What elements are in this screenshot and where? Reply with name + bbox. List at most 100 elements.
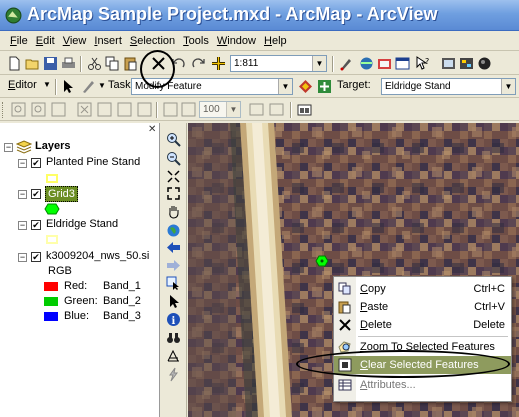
sketch-tool-chevron-icon[interactable]: ▼: [98, 81, 106, 90]
layer-visibility-checkbox[interactable]: ✔: [31, 220, 41, 230]
fixed-zoom-in-icon[interactable]: [165, 168, 182, 185]
full-extent-icon[interactable]: [165, 222, 182, 239]
select-elements-icon[interactable]: [165, 293, 182, 310]
layout-zoom-in-icon[interactable]: [10, 101, 27, 118]
band-name-label: Band_1: [103, 280, 141, 292]
arcmap-app-icon: [5, 7, 22, 24]
layout-fixed-zoom-out-icon[interactable]: [96, 101, 113, 118]
arccatalog-icon[interactable]: [376, 55, 393, 72]
layer-symbol-swatch[interactable]: [46, 174, 58, 183]
redo-icon[interactable]: [190, 55, 207, 72]
new-icon[interactable]: [6, 55, 23, 72]
layout-zoom-combo[interactable]: 100 ▼: [199, 101, 241, 118]
menu-selection[interactable]: Selection: [126, 35, 179, 47]
context-menu-delete[interactable]: Delete Delete: [334, 316, 511, 334]
chevron-down-icon[interactable]: ▼: [501, 79, 515, 94]
layout-focus-icon[interactable]: [268, 101, 285, 118]
layout-back-icon[interactable]: [162, 101, 179, 118]
identify-icon[interactable]: i: [165, 311, 182, 328]
collapse-icon[interactable]: −: [18, 221, 27, 230]
menu-help[interactable]: Help: [260, 35, 291, 47]
title-bar[interactable]: ArcMap Sample Project.mxd - ArcMap - Arc…: [0, 0, 519, 31]
map-scale-combo[interactable]: 1:811 ▼: [230, 55, 327, 72]
collapse-icon[interactable]: −: [18, 190, 27, 199]
editor-menu[interactable]: Editor: [8, 79, 37, 91]
zoom-out-icon[interactable]: [165, 150, 182, 167]
editor-toolbar: Editor ▼ ▼ Task: Modify Feature ▼ Target…: [0, 76, 519, 98]
menu-tools[interactable]: Tools: [179, 35, 213, 47]
chevron-down-icon[interactable]: ▼: [312, 56, 326, 71]
print-icon[interactable]: [60, 55, 77, 72]
layout-fixed-zoom-in-icon[interactable]: [76, 101, 93, 118]
layer-visibility-checkbox[interactable]: ✔: [31, 189, 41, 199]
task-label: Task:: [108, 79, 134, 91]
collapse-icon[interactable]: −: [18, 159, 27, 168]
window-icon[interactable]: [394, 55, 411, 72]
attributes-diamond-icon[interactable]: [297, 78, 314, 95]
menu-window[interactable]: Window: [213, 35, 260, 47]
menu-file[interactable]: File: [6, 35, 32, 47]
svg-text:?: ?: [425, 57, 429, 66]
layer-visibility-checkbox[interactable]: ✔: [31, 252, 41, 262]
save-icon[interactable]: [42, 55, 59, 72]
copy-icon: [338, 282, 351, 295]
target-combo[interactable]: Eldridge Stand ▼: [381, 78, 516, 95]
layout-icon[interactable]: [440, 55, 457, 72]
layer-visibility-checkbox[interactable]: ✔: [31, 158, 41, 168]
context-menu-attributes[interactable]: Attributes...: [334, 376, 511, 394]
arctoolbox-icon[interactable]: [358, 55, 375, 72]
layer-label: Grid3: [45, 186, 78, 202]
menu-insert[interactable]: Insert: [90, 35, 126, 47]
whats-this-icon[interactable]: ?: [414, 55, 431, 72]
context-menu-copy[interactable]: Copy Ctrl+C: [334, 280, 511, 298]
hexagon-symbol-icon[interactable]: [44, 203, 60, 215]
menu-view[interactable]: View: [59, 35, 91, 47]
fixed-zoom-out-icon[interactable]: [165, 185, 182, 202]
measure-icon[interactable]: [165, 348, 182, 365]
layout-actual-size-icon[interactable]: [136, 101, 153, 118]
context-menu-divider: [358, 336, 508, 337]
close-icon[interactable]: ✕: [148, 124, 156, 135]
band-color-swatch: [44, 282, 58, 291]
edit-tool-icon[interactable]: [60, 78, 77, 95]
sketch-properties-icon[interactable]: [316, 78, 333, 95]
chevron-down-icon[interactable]: ▼: [226, 102, 240, 117]
band-name-label: Band_2: [103, 295, 141, 307]
tools-toolbar: i: [161, 123, 187, 417]
back-extent-icon[interactable]: [165, 239, 182, 256]
menu-edit[interactable]: Edit: [32, 35, 59, 47]
paste-icon: [338, 301, 351, 314]
change-layout-icon[interactable]: [296, 101, 313, 118]
editor-toolbar-icon[interactable]: [338, 55, 355, 72]
editor-menu-chevron-icon[interactable]: ▼: [43, 80, 51, 89]
layout-full-extent-icon[interactable]: [116, 101, 133, 118]
find-icon[interactable]: [165, 329, 182, 346]
hyperlink-icon[interactable]: [165, 366, 182, 383]
add-data-icon[interactable]: [210, 55, 227, 72]
band-channel-label: Blue:: [64, 310, 90, 322]
select-features-icon[interactable]: [165, 275, 182, 292]
layout-zoom-out-icon[interactable]: [30, 101, 47, 118]
menu-bar: File Edit View Insert Selection Tools Wi…: [0, 31, 519, 51]
layout-pan-icon[interactable]: [50, 101, 67, 118]
layout-forward-icon[interactable]: [180, 101, 197, 118]
layer-symbol-swatch[interactable]: [46, 235, 58, 244]
zoom-in-icon[interactable]: [165, 131, 182, 148]
context-menu-paste[interactable]: Paste Ctrl+V: [334, 298, 511, 316]
cut-icon[interactable]: [86, 55, 103, 72]
forward-extent-icon[interactable]: [165, 257, 182, 274]
paste-icon[interactable]: [122, 55, 139, 72]
toolbar-grip[interactable]: [2, 102, 5, 118]
model-icon[interactable]: [458, 55, 475, 72]
chevron-down-icon[interactable]: ▼: [278, 79, 292, 94]
sketch-tool-icon[interactable]: [80, 78, 97, 95]
pan-icon[interactable]: [165, 203, 182, 220]
toolbar-separator: [332, 56, 334, 72]
collapse-icon[interactable]: −: [4, 143, 13, 152]
raster-rgb-label: RGB: [48, 265, 72, 277]
open-icon[interactable]: [24, 55, 41, 72]
globe-icon[interactable]: [476, 55, 493, 72]
collapse-icon[interactable]: −: [18, 253, 27, 262]
layout-toggle-draft-icon[interactable]: [248, 101, 265, 118]
copy-icon[interactable]: [104, 55, 121, 72]
